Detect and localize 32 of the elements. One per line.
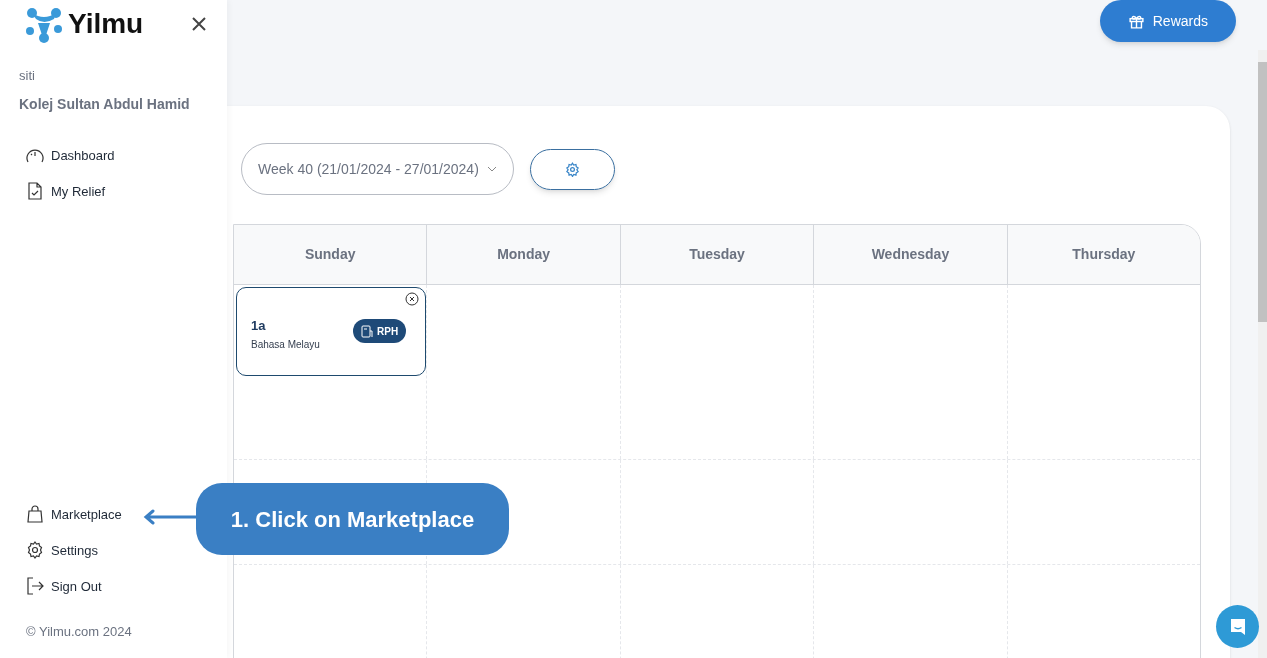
nav-item[interactable]: Settings (0, 532, 98, 569)
arrow-icon (143, 509, 196, 525)
logo-icon (24, 5, 64, 43)
document-icon (361, 324, 373, 338)
settings-icon (565, 161, 580, 177)
day-header: Wednesday (813, 225, 1007, 284)
sign-out-icon (26, 577, 45, 596)
rph-button[interactable]: RPH (353, 319, 407, 343)
subject-name: Bahasa Melayu (251, 338, 320, 352)
document-icon (26, 182, 45, 201)
scrollbar-thumb[interactable] (1258, 62, 1267, 322)
class-name: 1a (251, 317, 266, 335)
lesson-card[interactable]: 1a Bahasa Melayu RPH (236, 287, 426, 376)
bag-icon (26, 505, 45, 524)
day-header: Monday (426, 225, 620, 284)
chevron-down-icon (486, 166, 497, 172)
nav-item[interactable]: Marketplace (0, 496, 122, 533)
day-header: Sunday (303, 245, 357, 264)
callout: 1. Click on Marketplace (196, 483, 509, 555)
day-header: Tuesday (619, 225, 814, 284)
close-icon[interactable] (191, 16, 207, 32)
copyright-text: © Yilmu.com 2024 (25, 622, 133, 641)
school-name: Kolej Sultan Abdul Hamid (18, 94, 191, 114)
nav-item[interactable]: Sign Out (0, 568, 102, 605)
day-header: Thursday (1006, 225, 1200, 284)
settings-icon (26, 541, 45, 560)
logo-text: Yilmu (68, 7, 144, 41)
nav-item[interactable]: My Relief (0, 173, 106, 210)
rewards-button[interactable]: Rewards (1099, 0, 1236, 42)
nav-item[interactable]: Dashboard (0, 137, 115, 174)
close-icon[interactable] (405, 292, 419, 306)
user-name: siti (18, 67, 36, 85)
